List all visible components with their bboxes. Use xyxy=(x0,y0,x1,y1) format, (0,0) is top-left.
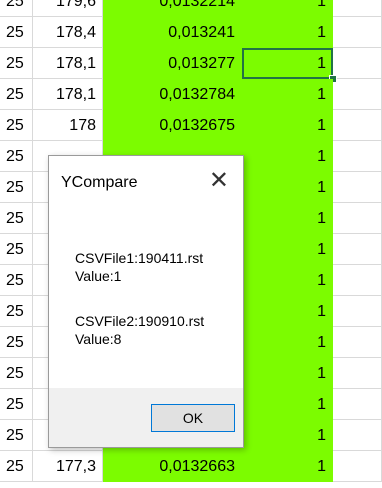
cell-c3[interactable]: 1 xyxy=(242,110,333,141)
table-row: 25 178,4 0,013241 1 xyxy=(0,17,382,48)
cell-c3[interactable]: 1 xyxy=(242,265,333,296)
cell-c4[interactable] xyxy=(333,327,382,358)
cell-c0[interactable]: 25 xyxy=(0,203,33,234)
cell-c0[interactable]: 25 xyxy=(0,172,33,203)
cell-c2[interactable]: 0,0132784 xyxy=(103,79,242,110)
cell-c3[interactable]: 1 xyxy=(242,420,333,451)
cell-c2[interactable]: 0,013277 xyxy=(103,48,242,79)
cell-c4[interactable] xyxy=(333,451,382,482)
cell-c4[interactable] xyxy=(333,420,382,451)
cell-c0[interactable]: 25 xyxy=(0,234,33,265)
cell-c0[interactable]: 25 xyxy=(0,0,33,17)
cell-c1[interactable]: 178 xyxy=(33,110,103,141)
cell-c0[interactable]: 25 xyxy=(0,265,33,296)
cell-c4[interactable] xyxy=(333,296,382,327)
cell-c0[interactable]: 25 xyxy=(0,296,33,327)
cell-c1[interactable]: 178,1 xyxy=(33,79,103,110)
cell-c4[interactable] xyxy=(333,265,382,296)
message-dialog: YCompare ✕ CSVFile1:190411.rst Value:1 C… xyxy=(48,155,244,448)
cell-c1[interactable]: 177,3 xyxy=(33,451,103,482)
dialog-titlebar: YCompare ✕ xyxy=(49,156,243,208)
cell-c4[interactable] xyxy=(333,0,382,17)
cell-c0[interactable]: 25 xyxy=(0,358,33,389)
cell-c4[interactable] xyxy=(333,48,382,79)
cell-c1[interactable]: 178,4 xyxy=(33,17,103,48)
cell-c4[interactable] xyxy=(333,110,382,141)
cell-c4[interactable] xyxy=(333,79,382,110)
cell-c3[interactable]: 1 xyxy=(242,358,333,389)
table-row: 25 178,1 0,0132784 1 xyxy=(0,79,382,110)
cell-c4[interactable] xyxy=(333,203,382,234)
file2-text: CSVFile2:190910.rst xyxy=(75,313,205,329)
close-icon[interactable]: ✕ xyxy=(209,166,229,195)
cell-c0[interactable]: 25 xyxy=(0,79,33,110)
cell-c0[interactable]: 25 xyxy=(0,48,33,79)
cell-c2[interactable]: 0,0132214 xyxy=(103,0,242,17)
value2-text: Value:8 xyxy=(75,331,122,347)
cell-c0[interactable]: 25 xyxy=(0,451,33,482)
cell-c3[interactable]: 1 xyxy=(242,17,333,48)
cell-c0[interactable]: 25 xyxy=(0,110,33,141)
cell-c2[interactable]: 0,0132675 xyxy=(103,110,242,141)
cell-c4[interactable] xyxy=(333,172,382,203)
table-row: 25 177,3 0,0132663 1 xyxy=(0,451,382,482)
dialog-body: CSVFile1:190411.rst Value:1 CSVFile2:190… xyxy=(49,208,243,388)
cell-c3[interactable]: 1 xyxy=(242,327,333,358)
cell-c0[interactable]: 25 xyxy=(0,17,33,48)
cell-c2[interactable]: 0,0132663 xyxy=(103,451,242,482)
cell-c0[interactable]: 25 xyxy=(0,389,33,420)
dialog-title: YCompare xyxy=(61,174,138,191)
cell-c3[interactable]: 1 xyxy=(242,79,333,110)
cell-c3[interactable]: 1 xyxy=(242,234,333,265)
cell-c4[interactable] xyxy=(333,141,382,172)
selected-cell[interactable]: 1 xyxy=(242,48,333,79)
cell-c0[interactable]: 25 xyxy=(0,141,33,172)
cell-c3[interactable]: 1 xyxy=(242,296,333,327)
table-row: 25 179,6 0,0132214 1 xyxy=(0,0,382,17)
cell-c0[interactable]: 25 xyxy=(0,420,33,451)
cell-c3[interactable]: 1 xyxy=(242,203,333,234)
cell-c3[interactable]: 1 xyxy=(242,172,333,203)
file1-text: CSVFile1:190411.rst xyxy=(75,250,204,266)
cell-c4[interactable] xyxy=(333,358,382,389)
cell-c2[interactable]: 0,013241 xyxy=(103,17,242,48)
cell-c3[interactable]: 1 xyxy=(242,451,333,482)
table-row: 25 178 0,0132675 1 xyxy=(0,110,382,141)
cell-c3[interactable]: 1 xyxy=(242,141,333,172)
cell-c0[interactable]: 25 xyxy=(0,327,33,358)
ok-button[interactable]: OK xyxy=(151,404,235,432)
cell-c3[interactable]: 1 xyxy=(242,0,333,17)
cell-c1[interactable]: 179,6 xyxy=(33,0,103,17)
cell-c4[interactable] xyxy=(333,234,382,265)
table-row: 25 178,1 0,013277 1 xyxy=(0,48,382,79)
cell-c3[interactable]: 1 xyxy=(242,389,333,420)
cell-c4[interactable] xyxy=(333,389,382,420)
value1-text: Value:1 xyxy=(75,268,122,284)
cell-c1[interactable]: 178,1 xyxy=(33,48,103,79)
cell-c4[interactable] xyxy=(333,17,382,48)
